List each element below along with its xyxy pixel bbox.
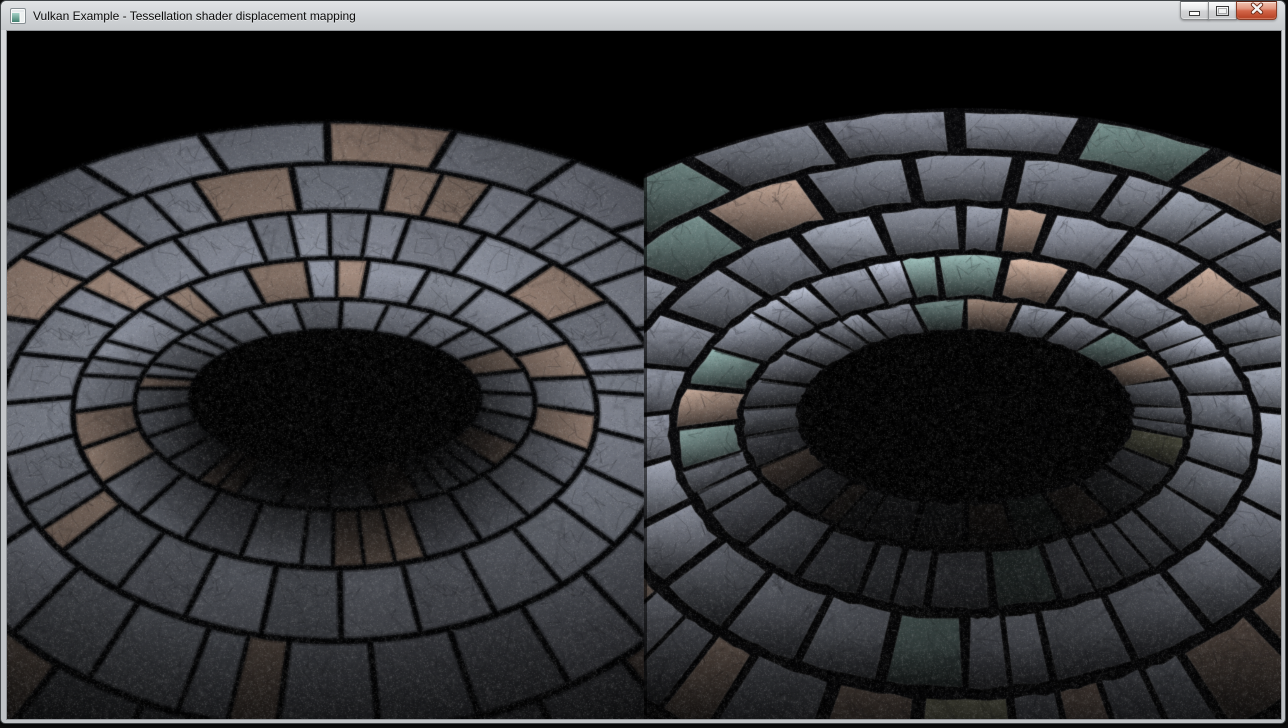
render-area [6, 30, 1282, 720]
maximize-icon [1216, 6, 1229, 16]
app-window: Vulkan Example - Tessellation shader dis… [0, 0, 1286, 724]
render-canvas[interactable] [7, 31, 1281, 719]
application-icon[interactable] [10, 8, 26, 24]
close-icon [1249, 2, 1265, 20]
window-title: Vulkan Example - Tessellation shader dis… [33, 9, 356, 23]
application-icon-glyph [10, 8, 26, 24]
minimize-icon [1189, 11, 1200, 16]
minimize-button[interactable] [1180, 1, 1209, 20]
title-bar[interactable]: Vulkan Example - Tessellation shader dis… [1, 1, 1285, 30]
close-button[interactable] [1236, 1, 1277, 20]
maximize-button[interactable] [1208, 1, 1237, 20]
window-controls [1180, 1, 1277, 20]
